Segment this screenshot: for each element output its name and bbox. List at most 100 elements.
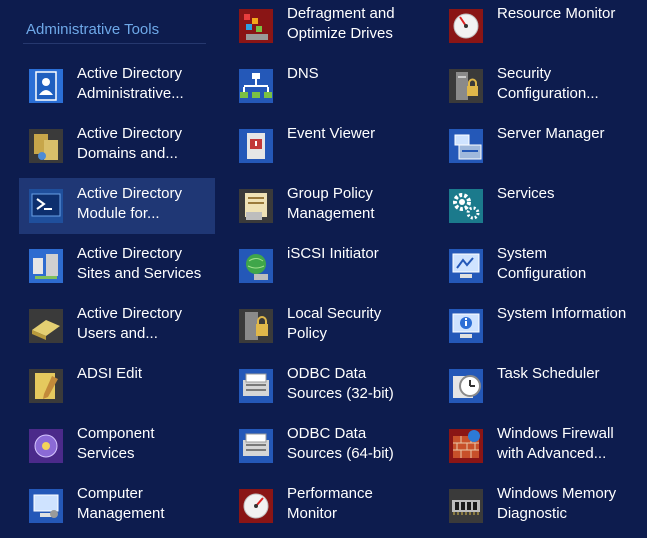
- tile-label-line1: ODBC Data: [287, 425, 367, 442]
- ad-admin-center-icon: [26, 66, 66, 106]
- tile-windows-firewall[interactable]: Windows Firewall with Advanced...: [439, 418, 635, 474]
- tile-label-line2: Users and...: [77, 325, 158, 342]
- tile-label: iSCSI Initiator: [287, 244, 425, 264]
- tile-label-line2: Configuration...: [497, 85, 599, 102]
- tile-label-line2: Management: [77, 505, 165, 522]
- tile-label: Component Services: [77, 424, 215, 464]
- tile-label-line1: Resource Monitor: [497, 5, 616, 22]
- tile-group-policy[interactable]: Group Policy Management: [229, 178, 425, 234]
- tile-label: Defragment and Optimize Drives: [287, 4, 425, 44]
- tile-label-line2: Management: [287, 205, 375, 222]
- tile-label-line1: ADSI Edit: [77, 365, 143, 382]
- tile-label-line2: Configuration: [497, 265, 587, 282]
- odbc-icon: [236, 366, 276, 406]
- tile-dns[interactable]: DNS: [229, 58, 425, 114]
- tile-server-manager[interactable]: Server Manager: [439, 118, 635, 174]
- tile-label: Services: [497, 184, 635, 204]
- tile-label-line2: Sources (64-bit): [287, 445, 394, 462]
- resource-monitor-icon: [446, 6, 486, 46]
- tile-label-line1: Server Manager: [497, 125, 605, 142]
- tile-label-line1: Active Directory: [77, 65, 183, 82]
- tile-task-scheduler[interactable]: Task Scheduler: [439, 358, 635, 414]
- tile-label-line1: Services: [497, 185, 555, 202]
- tile-performance-monitor[interactable]: Performance Monitor: [229, 478, 425, 534]
- tile-label: ODBC Data Sources (32-bit): [287, 364, 425, 404]
- tile-windows-memory-diagnostic[interactable]: Windows Memory Diagnostic: [439, 478, 635, 534]
- tile-event-viewer[interactable]: Event Viewer: [229, 118, 425, 174]
- tile-component-services[interactable]: Component Services: [19, 418, 215, 474]
- tile-label-line2: Services: [77, 445, 135, 462]
- event-viewer-icon: [236, 126, 276, 166]
- tile-ad-powershell[interactable]: Active Directory Module for...: [19, 178, 215, 234]
- tile-odbc-32[interactable]: ODBC Data Sources (32-bit): [229, 358, 425, 414]
- tile-system-information[interactable]: System Information: [439, 298, 635, 354]
- tile-label-line2: Diagnostic: [497, 505, 568, 522]
- group-header-divider: [23, 43, 206, 44]
- memory-diagnostic-icon: [446, 486, 486, 526]
- system-config-icon: [446, 246, 486, 286]
- component-services-icon: [26, 426, 66, 466]
- tile-label: Active Directory Administrative...: [77, 64, 215, 104]
- tile-label-line2: with Advanced...: [497, 445, 607, 462]
- group-policy-icon: [236, 186, 276, 226]
- tile-label: Active Directory Module for...: [77, 184, 215, 224]
- tile-label-line2: Domains and...: [77, 145, 178, 162]
- tile-defragment[interactable]: Defragment and Optimize Drives: [229, 0, 425, 54]
- tile-label: Active Directory Domains and...: [77, 124, 215, 164]
- tile-label: ADSI Edit: [77, 364, 215, 384]
- odbc-icon: [236, 426, 276, 466]
- tile-label-line2: Sources (32-bit): [287, 385, 394, 402]
- dns-icon: [236, 66, 276, 106]
- iscsi-icon: [236, 246, 276, 286]
- tile-local-security-policy[interactable]: Local Security Policy: [229, 298, 425, 354]
- tile-ad-admin-center[interactable]: Active Directory Administrative...: [19, 58, 215, 114]
- tile-label-line1: Windows Firewall: [497, 425, 614, 442]
- tile-label-line2: Sites and Services: [77, 265, 202, 282]
- adsi-edit-icon: [26, 366, 66, 406]
- tile-label: Event Viewer: [287, 124, 425, 144]
- tile-label-line1: Group Policy: [287, 185, 373, 202]
- group-header: Administrative Tools: [26, 21, 160, 38]
- tile-ad-users-computers[interactable]: Active Directory Users and...: [19, 298, 215, 354]
- tile-label-line2: Monitor: [287, 505, 338, 522]
- performance-monitor-icon: [236, 486, 276, 526]
- ad-users-icon: [26, 306, 66, 346]
- tile-system-configuration[interactable]: System Configuration: [439, 238, 635, 294]
- tile-label-line1: iSCSI Initiator: [287, 245, 379, 262]
- tile-label: System Configuration: [497, 244, 635, 284]
- tile-ad-domains-trusts[interactable]: Active Directory Domains and...: [19, 118, 215, 174]
- tile-label: Performance Monitor: [287, 484, 425, 524]
- tile-label-line2: Module for...: [77, 205, 160, 222]
- tile-services[interactable]: Services: [439, 178, 635, 234]
- tile-computer-management[interactable]: Computer Management: [19, 478, 215, 534]
- tile-label: Active Directory Sites and Services: [77, 244, 215, 284]
- tile-label: Security Configuration...: [497, 64, 635, 104]
- tile-label: ODBC Data Sources (64-bit): [287, 424, 425, 464]
- tile-label-line1: Task Scheduler: [497, 365, 600, 382]
- tile-resource-monitor[interactable]: Resource Monitor: [439, 0, 635, 54]
- tile-label-line1: Component: [77, 425, 155, 442]
- tile-iscsi-initiator[interactable]: iSCSI Initiator: [229, 238, 425, 294]
- tile-label-line1: Active Directory: [77, 305, 183, 322]
- tile-label: Windows Memory Diagnostic: [497, 484, 635, 524]
- tile-label-line1: Defragment and: [287, 5, 395, 22]
- tile-label: Active Directory Users and...: [77, 304, 215, 344]
- tile-label: DNS: [287, 64, 425, 84]
- tile-security-configuration[interactable]: Security Configuration...: [439, 58, 635, 114]
- tile-label-line1: System: [497, 245, 548, 262]
- server-manager-icon: [446, 126, 486, 166]
- ad-sites-icon: [26, 246, 66, 286]
- tile-label: System Information: [497, 304, 635, 324]
- tile-label-line2: Policy: [287, 325, 328, 342]
- tile-ad-sites-services[interactable]: Active Directory Sites and Services: [19, 238, 215, 294]
- tile-label: Group Policy Management: [287, 184, 425, 224]
- tile-label: Windows Firewall with Advanced...: [497, 424, 635, 464]
- tile-label: Resource Monitor: [497, 4, 635, 24]
- security-config-icon: [446, 66, 486, 106]
- tile-odbc-64[interactable]: ODBC Data Sources (64-bit): [229, 418, 425, 474]
- tile-adsi-edit[interactable]: ADSI Edit: [19, 358, 215, 414]
- tile-label-line1: DNS: [287, 65, 319, 82]
- local-security-icon: [236, 306, 276, 346]
- tile-label-line1: Local Security: [287, 305, 382, 322]
- services-gear-icon: [446, 186, 486, 226]
